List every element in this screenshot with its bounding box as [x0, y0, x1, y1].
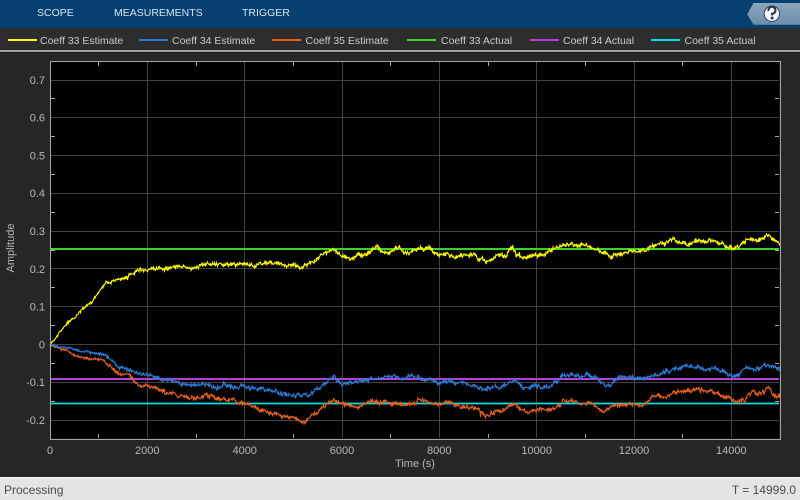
svg-text:14000: 14000	[716, 445, 747, 457]
svg-text:4000: 4000	[232, 445, 256, 457]
svg-text:-0.2: -0.2	[26, 415, 45, 427]
svg-text:10000: 10000	[521, 445, 552, 457]
svg-text:0: 0	[39, 339, 45, 351]
svg-text:Time (s): Time (s)	[395, 458, 435, 470]
svg-text:0.7: 0.7	[30, 75, 45, 87]
svg-text:0.3: 0.3	[30, 226, 45, 238]
svg-text:Amplitude: Amplitude	[5, 224, 17, 273]
svg-text:0: 0	[47, 445, 53, 457]
svg-text:8000: 8000	[427, 445, 451, 457]
svg-text:0.5: 0.5	[30, 150, 45, 162]
svg-text:12000: 12000	[619, 445, 650, 457]
svg-text:0.1: 0.1	[30, 302, 45, 314]
svg-text:6000: 6000	[330, 445, 354, 457]
svg-text:2000: 2000	[135, 445, 159, 457]
svg-text:0.2: 0.2	[30, 264, 45, 276]
svg-text:-0.1: -0.1	[26, 377, 45, 389]
svg-text:0.4: 0.4	[30, 188, 45, 200]
svg-text:0.6: 0.6	[30, 113, 45, 125]
